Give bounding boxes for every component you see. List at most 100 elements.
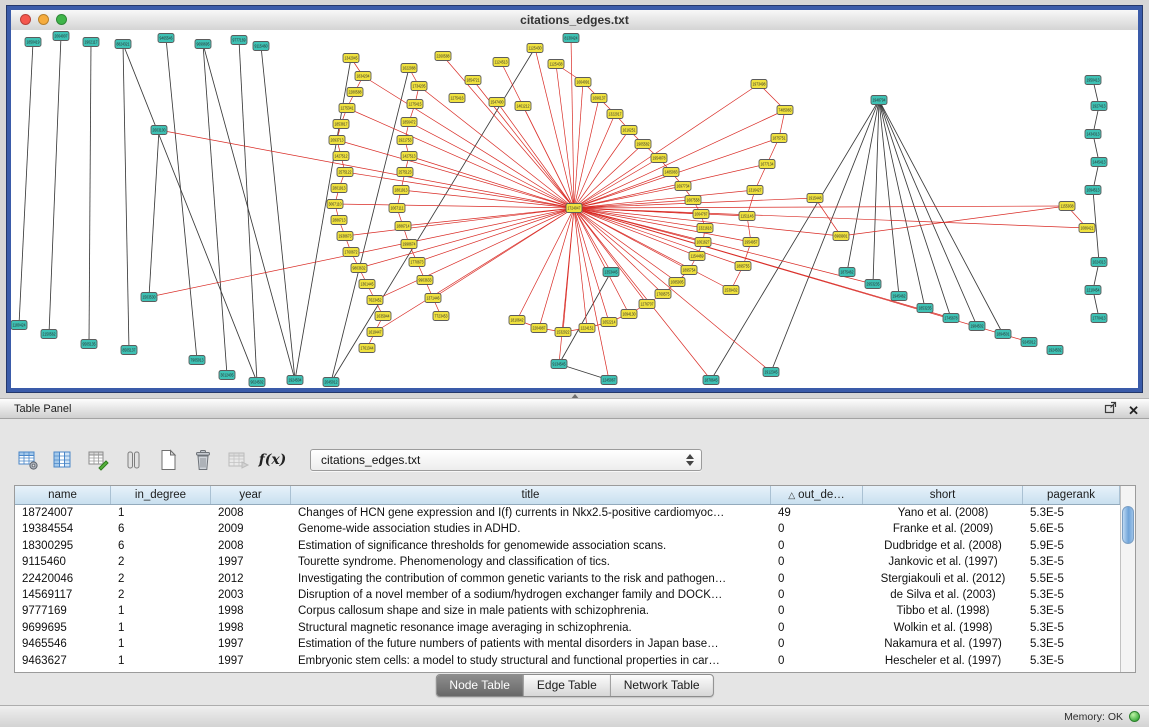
graph-node[interactable]: 3067110 — [327, 200, 343, 209]
graph-node[interactable]: 2150562 — [41, 330, 57, 339]
graph-node[interactable]: 1761344 — [359, 344, 375, 353]
table-row[interactable]: 2242004622012Investigating the contribut… — [15, 571, 1120, 587]
graph-node[interactable]: 1895754 — [681, 266, 697, 275]
table-row[interactable]: 946362711997Embryonic stem cells: a mode… — [15, 653, 1120, 669]
graph-node[interactable]: 1905582 — [635, 140, 651, 149]
graph-node[interactable]: 2886713 — [331, 216, 347, 225]
graph-node[interactable]: 1461212 — [515, 102, 531, 111]
graph-node[interactable]: 1353445 — [603, 268, 619, 277]
graph-node[interactable]: 9777169 — [231, 36, 247, 45]
graph-node[interactable]: 1856472 — [401, 118, 417, 127]
graph-node[interactable]: 1316427 — [747, 186, 763, 195]
graph-node[interactable]: 2204987 — [531, 324, 547, 333]
graph-node[interactable]: 1984502 — [969, 322, 985, 331]
graph-node[interactable]: 1769575 — [655, 290, 671, 299]
graph-node[interactable]: 1067111 — [389, 204, 405, 213]
graph-node[interactable]: 1061627 — [695, 238, 711, 247]
column-header-pagerank[interactable]: pagerank — [1023, 486, 1120, 504]
column-header-in_degree[interactable]: in_degree — [111, 486, 211, 504]
graph-node[interactable]: 8505137 — [121, 346, 137, 355]
graph-node[interactable]: 7485083 — [777, 106, 793, 115]
graph-node[interactable]: 1834204 — [355, 72, 371, 81]
network-canvas[interactable]: 1850419206400719021178824321946554696996… — [11, 30, 1138, 388]
tab-node-table[interactable]: Node Table — [436, 675, 524, 696]
graph-node[interactable]: 1927413 — [1091, 102, 1107, 111]
graph-node[interactable]: 1151146 — [739, 212, 755, 221]
table-row[interactable]: 977716911998Corpus callosum shape and si… — [15, 603, 1120, 619]
graph-node[interactable]: 1532022 — [555, 328, 571, 337]
graph-node[interactable]: 1902117 — [83, 38, 99, 47]
graph-node[interactable]: 2953235 — [865, 280, 881, 289]
graph-node[interactable]: 1427512 — [333, 152, 349, 161]
graph-node[interactable]: 1094130 — [621, 310, 637, 319]
graph-node[interactable]: 9505135 — [81, 340, 97, 349]
graph-node[interactable]: 1427513 — [401, 152, 417, 161]
table-row[interactable]: 969969511998Structural magnetic resonanc… — [15, 620, 1120, 636]
graph-node[interactable]: 1664091 — [575, 78, 591, 87]
graph-node[interactable]: 2575123 — [397, 168, 413, 177]
graph-node[interactable]: 1973498 — [751, 80, 767, 89]
graph-node[interactable]: 1921753 — [397, 136, 413, 145]
graph-node[interactable]: 7905013 — [189, 356, 205, 365]
graph-node[interactable]: 2801913 — [331, 184, 347, 193]
network-window-titlebar[interactable]: citations_edges.txt — [11, 10, 1138, 31]
graph-node[interactable]: 1697734 — [675, 182, 691, 191]
graph-node[interactable]: 1945462 — [891, 292, 907, 301]
graph-node[interactable]: 1915448 — [807, 194, 823, 203]
graph-node[interactable]: 2603100 — [151, 126, 167, 135]
graph-node[interactable]: 9699695 — [195, 40, 211, 49]
graph-node[interactable]: 1696137 — [591, 94, 607, 103]
table-row[interactable]: 1872400712008Changes of HCN gene express… — [15, 505, 1120, 521]
graph-node[interactable]: 1954957 — [743, 238, 759, 247]
graph-node[interactable]: 1275415 — [407, 100, 423, 109]
graph-node[interactable]: 1125430 — [527, 44, 543, 53]
column-header-short[interactable]: short — [863, 486, 1023, 504]
graph-node[interactable]: 1547400 — [489, 98, 505, 107]
graph-node[interactable]: 1180424 — [11, 321, 27, 330]
delete-table-icon[interactable] — [189, 447, 216, 474]
table-selector-dropdown[interactable]: citations_edges.txt — [310, 449, 702, 471]
tab-edge-table[interactable]: Edge Table — [524, 675, 611, 696]
graph-node[interactable]: 1371446 — [425, 294, 441, 303]
graph-node[interactable]: 9134545 — [551, 360, 567, 369]
graph-node[interactable]: 1677134 — [759, 160, 775, 169]
tab-network-table[interactable]: Network Table — [611, 675, 713, 696]
graph-node[interactable]: 1854721 — [465, 76, 481, 85]
graph-node[interactable]: 1094513 — [1085, 186, 1101, 195]
function-builder-icon[interactable]: f(x) — [259, 447, 286, 474]
graph-node[interactable]: 1912345 — [763, 368, 779, 377]
graph-node[interactable]: 9245012 — [1021, 338, 1037, 347]
graph-node[interactable]: 9115460 — [253, 42, 269, 51]
column-header-year[interactable]: year — [211, 486, 291, 504]
graph-node[interactable]: 1875751 — [771, 134, 787, 143]
graph-node[interactable]: 1881913 — [393, 186, 409, 195]
graph-node[interactable]: 1125438 — [548, 60, 564, 69]
graph-node[interactable]: 1024313 — [1091, 258, 1107, 267]
graph-node[interactable]: 1652214 — [601, 318, 617, 327]
graph-node[interactable]: 1770673 — [409, 258, 425, 267]
show-columns-icon[interactable] — [49, 447, 76, 474]
graph-node[interactable]: 1085905 — [669, 278, 685, 287]
graph-node[interactable]: 1275341 — [339, 104, 355, 113]
graph-node[interactable]: 3012405 — [219, 371, 235, 380]
close-panel-icon[interactable]: ✕ — [1128, 403, 1139, 418]
graph-node[interactable]: 7623452 — [367, 296, 383, 305]
table-row[interactable]: 946554611997Estimation of the future num… — [15, 636, 1120, 652]
graph-node[interactable]: 1948794 — [871, 96, 887, 105]
graph-node[interactable]: 1875462 — [839, 268, 855, 277]
graph-node[interactable]: 1342045 — [343, 54, 359, 63]
graph-node[interactable]: 1724047 — [566, 204, 582, 213]
graph-node[interactable]: 1539432 — [723, 286, 739, 295]
graph-node[interactable]: 1745678 — [943, 314, 959, 323]
graph-node[interactable]: 1124513 — [493, 58, 509, 67]
graph-node[interactable]: 2093713 — [329, 136, 345, 145]
graph-node[interactable]: 1998674 — [401, 240, 417, 249]
graph-node[interactable]: 2064007 — [53, 32, 69, 41]
graph-node[interactable]: 2575122 — [337, 168, 353, 177]
graph-node[interactable]: 1954878 — [651, 154, 667, 163]
graph-node[interactable]: 1616251 — [621, 126, 637, 135]
citation-network-graph[interactable]: 1850419206400719021178824321946554696996… — [11, 30, 1138, 387]
graph-node[interactable]: 1321618 — [697, 224, 713, 233]
graph-node[interactable]: 1853235 — [917, 304, 933, 313]
graph-node[interactable]: 8130424 — [563, 34, 579, 43]
